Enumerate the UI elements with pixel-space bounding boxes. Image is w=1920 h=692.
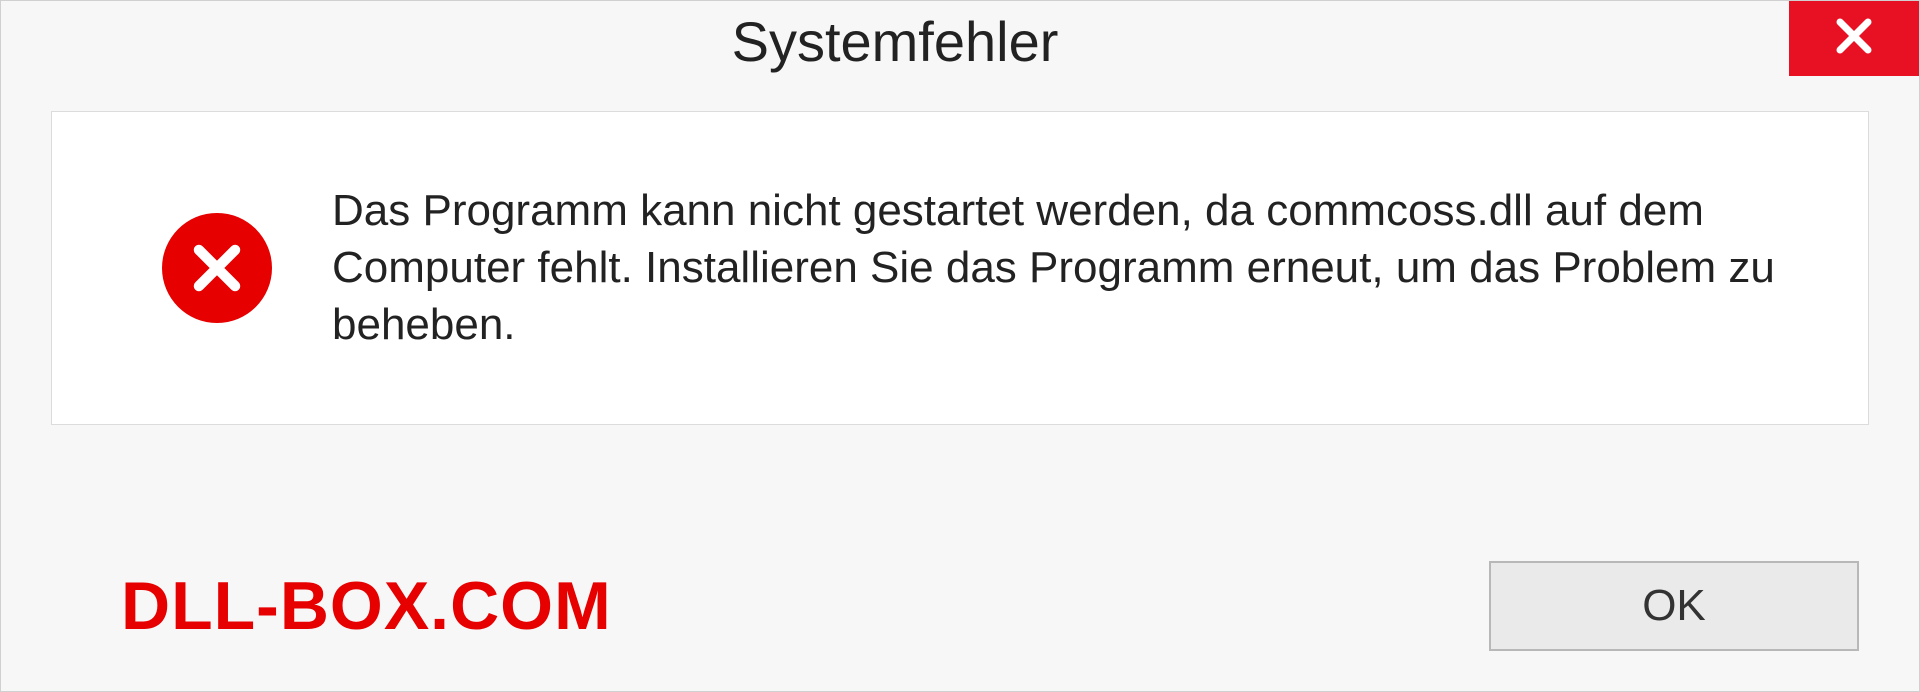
error-message: Das Programm kann nicht gestartet werden… <box>332 182 1798 354</box>
message-panel: Das Programm kann nicht gestartet werden… <box>51 111 1869 425</box>
close-icon <box>1830 12 1878 65</box>
titlebar: Systemfehler <box>1 1 1919 91</box>
watermark-text: DLL-BOX.COM <box>121 567 612 645</box>
dialog-title: Systemfehler <box>1 1 1789 74</box>
ok-button[interactable]: OK <box>1489 561 1859 651</box>
footer: DLL-BOX.COM OK <box>1 521 1919 691</box>
error-icon <box>162 213 272 323</box>
close-button[interactable] <box>1789 1 1919 76</box>
error-dialog: Systemfehler Das Programm kann nicht ges… <box>0 0 1920 692</box>
